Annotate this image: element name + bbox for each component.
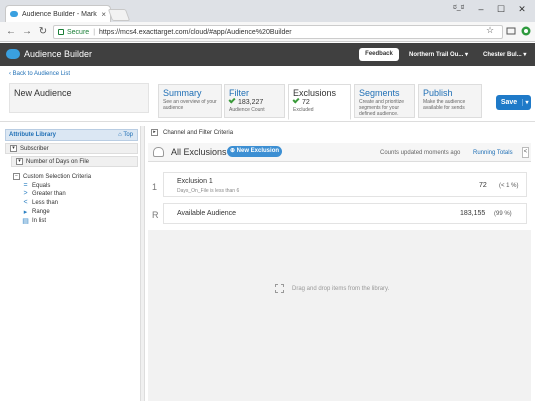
channel-filter-criteria-header[interactable]: ▸ Channel and Filter Criteria <box>151 129 233 136</box>
browser-tab[interactable]: Audience Builder - Mark × <box>5 5 111 22</box>
lock-icon <box>58 29 64 35</box>
attribute-library-header: Attribute Library ⌂ Top <box>5 129 138 141</box>
operator-in-list[interactable]: ▤ In list <box>22 215 46 226</box>
available-audience-row: Available Audience 183,155 (99 %) <box>163 203 527 224</box>
check-icon <box>292 96 300 104</box>
cast-icon[interactable] <box>506 26 516 36</box>
exclusion-bucket-icon <box>153 147 164 157</box>
save-dropdown-icon[interactable]: ▾ <box>522 99 531 106</box>
available-audience-percent: (99 %) <box>494 211 512 217</box>
library-item-days-on-file[interactable]: ▾ Number of Days on File <box>11 156 138 167</box>
maximize-icon[interactable]: ☐ <box>494 2 508 16</box>
drop-zone[interactable]: Drag and drop items from the library. <box>148 230 531 401</box>
secure-label: Secure <box>67 28 90 36</box>
business-unit-menu[interactable]: Northern Trail Ou... ▾ <box>409 51 468 58</box>
forward-arrow-icon[interactable]: → <box>21 25 33 38</box>
salesforce-cloud-icon <box>6 49 20 59</box>
expand-toggle-icon[interactable]: ▾ <box>16 158 23 165</box>
new-exclusion-button[interactable]: ⊕ New Exclusion <box>227 146 282 157</box>
less-than-icon: < <box>23 199 28 206</box>
top-link[interactable]: ⌂ Top <box>118 130 133 140</box>
tab-title: Audience Builder - Mark <box>22 10 97 18</box>
address-bar: ← → ↻ Secure | https://mcs4.exacttarget.… <box>0 22 535 42</box>
url-separator: | <box>93 28 96 36</box>
audience-name-field[interactable]: New Audience <box>9 83 149 113</box>
panel-splitter[interactable] <box>140 126 145 401</box>
home-icon: ⌂ <box>118 132 122 138</box>
save-button[interactable]: Save ▾ <box>496 95 531 110</box>
exclusion-row[interactable]: Exclusion 1 Days_On_File is less than 6 … <box>163 172 527 197</box>
url-text: https://mcs4.exacttarget.com/cloud/#app/… <box>99 28 292 36</box>
available-audience-label: Available Audience <box>177 210 237 217</box>
exclusion-criteria: Days_On_File is less than 6 <box>177 188 240 194</box>
feedback-button[interactable]: Feedback <box>359 48 399 61</box>
url-input[interactable]: Secure | https://mcs4.exacttarget.com/cl… <box>53 25 503 39</box>
list-icon: ▤ <box>22 217 29 225</box>
window-user-label: ಠ_ಠ <box>453 4 465 11</box>
exclusion-count: 72 <box>479 182 487 189</box>
bookmark-star-icon[interactable]: ☆ <box>486 25 494 36</box>
tab-filter[interactable]: Filter 183,227 Audience Count <box>224 84 285 118</box>
app-title: Audience Builder <box>24 49 93 59</box>
extension-icon[interactable] <box>521 26 531 36</box>
tab-exclusions[interactable]: Exclusions 72 Excluded <box>288 84 351 120</box>
expand-toggle-icon[interactable]: ▸ <box>151 129 158 136</box>
drop-message: Drag and drop items from the library. <box>275 284 389 293</box>
plus-icon: ⊕ <box>229 148 237 154</box>
app-header: Audience Builder Feedback Northern Trail… <box>0 43 535 66</box>
expand-toggle-icon[interactable]: ▾ <box>10 145 17 152</box>
library-item-subscriber[interactable]: ▾ Subscriber <box>5 143 138 154</box>
back-arrow-icon[interactable]: ← <box>5 25 17 38</box>
all-exclusions-title: All Exclusions <box>171 147 227 157</box>
exclusions-toolbar: All Exclusions ⊕ New Exclusion Counts up… <box>148 143 531 162</box>
new-tab-button[interactable] <box>107 9 131 21</box>
row-index: R <box>152 210 159 220</box>
greater-than-icon: > <box>23 190 28 197</box>
back-to-audience-list-link[interactable]: ‹ Back to Audience List <box>9 71 70 77</box>
exclusion-name: Exclusion 1 <box>177 178 213 185</box>
minimize-icon[interactable]: – <box>474 2 488 16</box>
exclusion-percent: (< 1 %) <box>499 183 519 189</box>
collapse-panel-button[interactable]: < <box>522 147 529 158</box>
row-index: 1 <box>152 182 158 192</box>
tab-publish[interactable]: Publish Make the audience available for … <box>418 84 482 118</box>
check-icon <box>228 96 236 104</box>
tab-segments[interactable]: Segments Create and prioritize segments … <box>354 84 415 118</box>
header-divider <box>0 121 535 122</box>
user-menu[interactable]: Chester Bul... ▾ <box>483 51 526 58</box>
counts-updated-label: Counts updated moments ago <box>380 150 461 156</box>
reload-icon[interactable]: ↻ <box>37 25 49 38</box>
tab-close-icon[interactable]: × <box>101 10 106 19</box>
available-audience-count: 183,155 <box>460 210 486 217</box>
browser-tab-bar: Audience Builder - Mark × ಠ_ಠ – ☐ ✕ <box>0 0 535 22</box>
collapse-toggle-icon[interactable]: − <box>13 173 20 180</box>
salesforce-favicon-icon <box>10 11 18 17</box>
tab-summary[interactable]: Summary See an overview of your audience <box>158 84 222 118</box>
drag-drop-icon <box>275 284 284 293</box>
close-window-icon[interactable]: ✕ <box>515 2 529 16</box>
running-totals-link[interactable]: Running Totals <box>473 150 513 156</box>
